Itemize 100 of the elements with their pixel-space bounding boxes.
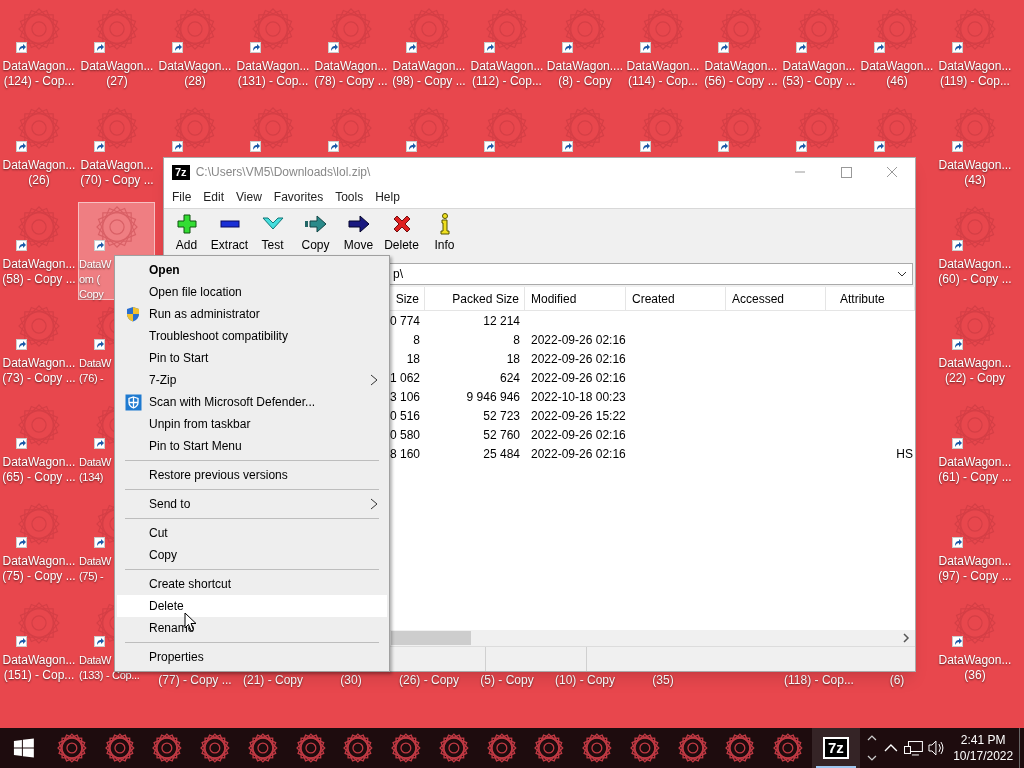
- desktop-icon-label[interactable]: DataWagon... (27): [78, 59, 156, 89]
- desktop-icon-label[interactable]: DataWagon... (22) - Copy: [936, 356, 1014, 386]
- column-header[interactable]: Created: [632, 292, 675, 306]
- desktop-icon-label[interactable]: (5) - Copy: [468, 673, 546, 688]
- menu-item[interactable]: Run as administrator: [117, 303, 387, 325]
- shortcut-arrow-icon: [952, 240, 963, 251]
- menu-item[interactable]: Send to: [117, 493, 387, 515]
- menu-item[interactable]: Help: [369, 188, 406, 206]
- desktop-icon-label[interactable]: DataWagon... (112) - Cop...: [468, 59, 546, 89]
- column-header[interactable]: Packed Size: [452, 292, 519, 306]
- desktop-icon-label[interactable]: DataWagon... (58) - Copy ...: [0, 257, 78, 287]
- app-logo: 7z: [822, 737, 849, 759]
- table-cell: 25 484: [483, 447, 520, 461]
- scrollbar-thumb[interactable]: [391, 631, 471, 645]
- menu-item[interactable]: Pin to Start: [117, 347, 387, 369]
- desktop-icon-label[interactable]: DataWagon... (70) - Copy ...: [78, 158, 156, 188]
- table-cell: 2022-09-26 02:16: [531, 428, 626, 442]
- desktop-icon-label[interactable]: DataWagon... (119) - Cop...: [936, 59, 1014, 89]
- shortcut-arrow-icon: [16, 240, 27, 251]
- column-header[interactable]: Modified: [531, 292, 577, 306]
- desktop-icon-label[interactable]: DataW (75) -: [79, 554, 112, 584]
- desktop-icon-label[interactable]: DataWagon... (97) - Copy ...: [936, 554, 1014, 584]
- table-cell: 18: [506, 352, 520, 366]
- toolbar-button[interactable]: Info: [423, 209, 466, 260]
- menu-item[interactable]: Delete: [117, 595, 387, 617]
- menu-item[interactable]: View: [230, 188, 268, 206]
- desktop-icon-label[interactable]: DataWagon... (65) - Copy ...: [0, 455, 78, 485]
- desktop-icon-label[interactable]: DataWagon... (26): [0, 158, 78, 188]
- clock-time[interactable]: 2:41 PM: [960, 732, 1006, 748]
- desktop-icon-label[interactable]: DataWagon... (28): [156, 59, 234, 89]
- desktop-icon-label[interactable]: DataWagon.... (8) - Copy: [546, 59, 624, 89]
- toolbar-button[interactable]: Delete: [380, 209, 423, 260]
- shortcut-arrow-icon: [484, 42, 495, 53]
- column-header[interactable]: Size: [395, 292, 419, 306]
- shortcut-arrow-icon: [16, 636, 27, 647]
- shortcut-arrow-icon: [952, 141, 963, 152]
- menu-item[interactable]: Rename: [117, 617, 387, 639]
- window-title: C:\Users\VM5\Downloads\lol.zip\: [195, 164, 371, 181]
- desktop-icon-label[interactable]: (26) - Copy: [390, 673, 468, 688]
- shortcut-arrow-icon: [718, 42, 729, 53]
- table-cell: 624: [499, 371, 520, 385]
- menu-item[interactable]: 7-Zip: [117, 369, 387, 391]
- table-cell: 0 580: [389, 428, 420, 442]
- menu-item[interactable]: Edit: [197, 188, 231, 206]
- table-cell: 18: [406, 352, 420, 366]
- desktop-icon-label[interactable]: (30): [312, 673, 390, 688]
- desktop-icon-label[interactable]: (6): [858, 673, 936, 688]
- desktop-icon-label[interactable]: DataWagon... (114) - Cop...: [624, 59, 702, 89]
- column-header[interactable]: Accessed: [732, 292, 785, 306]
- table-cell: 12 214: [483, 314, 520, 328]
- toolbar-button[interactable]: Move: [337, 209, 380, 260]
- shortcut-arrow-icon: [250, 42, 261, 53]
- toolbar-button[interactable]: Extract: [208, 209, 251, 260]
- menu-item[interactable]: Create shortcut: [117, 573, 387, 595]
- table-cell: 8 160: [389, 447, 420, 461]
- desktop-icon-label[interactable]: DataWagon... (60) - Copy ...: [936, 257, 1014, 287]
- desktop-icon-label[interactable]: DataWagon... (98) - Copy ...: [390, 59, 468, 89]
- desktop-icon-label[interactable]: DataWagon... (36): [936, 653, 1014, 683]
- menu-item[interactable]: Scan with Microsoft Defender...: [117, 391, 387, 413]
- menu-item[interactable]: Unpin from taskbar: [117, 413, 387, 435]
- desktop-icon-label[interactable]: DataWagon... (124) - Cop...: [0, 59, 78, 89]
- desktop-icon-label[interactable]: DataWagon... (78) - Copy ...: [312, 59, 390, 89]
- menu-item[interactable]: Tools: [329, 188, 370, 206]
- desktop-icon-label[interactable]: DataW (76) -: [79, 356, 112, 386]
- menu-item[interactable]: Copy: [117, 544, 387, 566]
- menu-item[interactable]: Pin to Start Menu: [117, 435, 387, 457]
- table-cell: 3 106: [389, 390, 420, 404]
- taskbar-app-button[interactable]: 7z: [812, 728, 860, 768]
- desktop-icon-label[interactable]: (35): [624, 673, 702, 688]
- desktop-icon-label[interactable]: DataW (134): [79, 455, 112, 485]
- toolbar-button[interactable]: Add: [165, 209, 208, 260]
- desktop-icon-label[interactable]: DataWagon... (75) - Copy ...: [0, 554, 78, 584]
- table-cell: 8: [413, 333, 420, 347]
- shortcut-arrow-icon: [718, 141, 729, 152]
- desktop-icon-label[interactable]: (10) - Copy: [546, 673, 624, 688]
- desktop-icon-label[interactable]: DataWagon... (131) - Cop...: [234, 59, 312, 89]
- desktop-icon-label[interactable]: DataWagon... (61) - Copy ...: [936, 455, 1014, 485]
- clock-date[interactable]: 10/17/2022: [953, 748, 1014, 764]
- desktop-icon-label[interactable]: DataWagon... (43): [936, 158, 1014, 188]
- desktop-icon-label[interactable]: DataWagon... (46): [858, 59, 936, 89]
- desktop-icon-label[interactable]: DataWagon... (151) - Cop...: [0, 653, 78, 683]
- shortcut-arrow-icon: [952, 339, 963, 350]
- shortcut-arrow-icon: [874, 141, 885, 152]
- desktop-icon-label[interactable]: (21) - Copy: [234, 673, 312, 688]
- desktop-icon-label[interactable]: (77) - Copy ...: [156, 673, 234, 688]
- menu-item[interactable]: Restore previous versions: [117, 464, 387, 486]
- menu-item[interactable]: Favorites: [267, 188, 330, 206]
- toolbar-button[interactable]: Test: [251, 209, 294, 260]
- desktop-icon-label[interactable]: (118) - Cop...: [780, 673, 858, 688]
- menu-item[interactable]: Troubleshoot compatibility: [117, 325, 387, 347]
- shortcut-arrow-icon: [172, 141, 183, 152]
- desktop-icon-label[interactable]: DataWagon... (73) - Copy ...: [0, 356, 78, 386]
- table-cell: 0 774: [389, 314, 420, 328]
- desktop-icon-label[interactable]: DataWagon... (56) - Copy ...: [702, 59, 780, 89]
- menu-item[interactable]: File: [166, 188, 198, 206]
- column-header[interactable]: Attribute: [840, 292, 885, 306]
- toolbar-button[interactable]: Copy: [294, 209, 337, 260]
- desktop-icon-label[interactable]: DataWagon... (53) - Copy ...: [780, 59, 858, 89]
- menu-item[interactable]: Cut: [117, 522, 387, 544]
- table-cell: 52 760: [483, 428, 520, 442]
